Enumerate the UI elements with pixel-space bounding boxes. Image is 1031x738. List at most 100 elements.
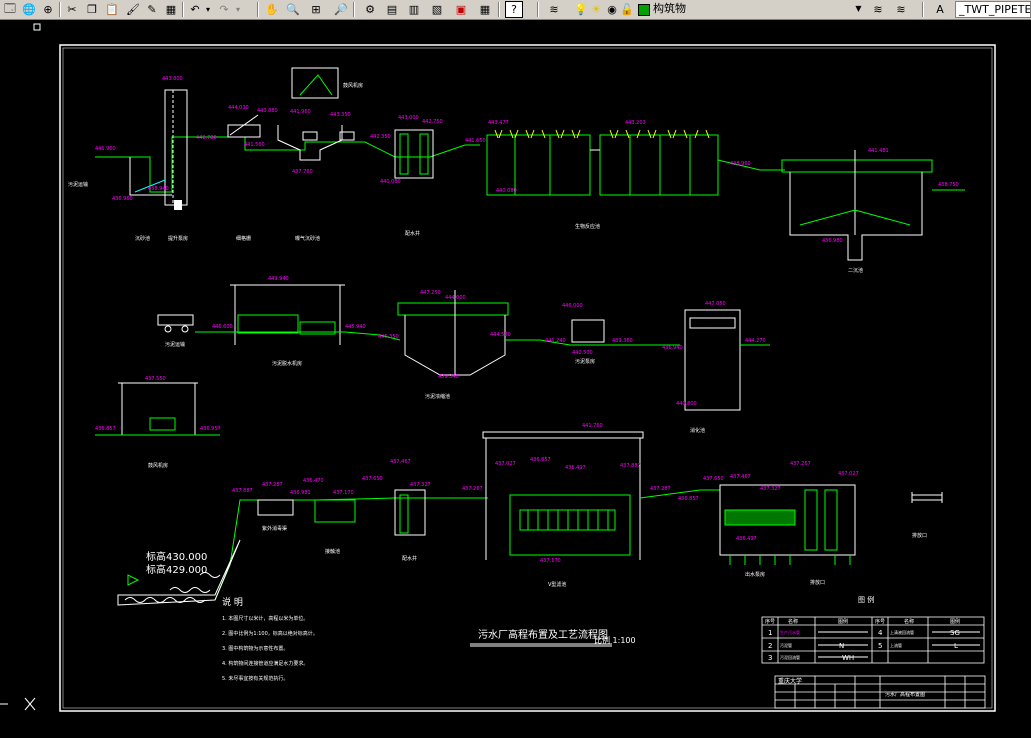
elev-label: 440.080 — [380, 179, 401, 185]
press — [237, 314, 299, 334]
legend-cell: 污泥回流管 — [780, 654, 800, 660]
paste-icon[interactable]: 📋 — [103, 1, 121, 18]
elev-label: 438.960 — [730, 161, 751, 167]
legend-col: 名称 — [788, 618, 798, 625]
ground-line — [95, 136, 480, 193]
redo-dropdown-icon[interactable]: ▾ — [233, 1, 243, 18]
elev-label: 442.750 — [422, 119, 443, 125]
match-properties-icon[interactable]: 🖌 — [124, 1, 142, 18]
help-icon[interactable]: ? — [505, 1, 523, 18]
block-editor-icon[interactable]: ▦ — [162, 1, 180, 18]
pencil-icon[interactable]: ✎ — [143, 1, 161, 18]
globe-icon[interactable]: 🌐 — [20, 1, 38, 18]
separator — [59, 2, 61, 17]
tb-school: 重庆大学 — [778, 677, 802, 685]
elev-label: 436.980 — [822, 238, 843, 244]
uv-channel — [257, 499, 294, 516]
elev-label: 437.467 — [730, 474, 751, 480]
text-style-name: _TWT_PIPETEX — [959, 3, 1031, 16]
undo-icon[interactable]: ↶ — [186, 1, 204, 18]
elev-label: 441.481 — [868, 148, 889, 154]
well-inner — [399, 494, 409, 534]
legend-cell: 3 — [768, 654, 772, 662]
pump-block — [174, 200, 182, 210]
caption: 出水泵房 — [745, 571, 765, 578]
elev-label: 446.600 — [212, 324, 233, 330]
elev-label: 436.957 — [200, 426, 221, 432]
legend-cell: 污泥管 — [780, 642, 792, 648]
clarifier-tank — [789, 172, 923, 261]
ground-line — [214, 497, 488, 601]
elev-label: 439.340 — [438, 374, 459, 380]
legend-cell: L — [954, 642, 958, 650]
text-style-icon[interactable]: A — [931, 1, 949, 18]
design-center-icon[interactable]: ▤ — [383, 1, 401, 18]
undo-dropdown-icon[interactable]: ▾ — [203, 1, 213, 18]
layer-manager-icon[interactable]: ≋ — [545, 1, 563, 18]
elev-label: 436.497 — [565, 465, 586, 471]
layer-lock-icon[interactable]: 🔓 — [618, 1, 636, 18]
digester-top — [689, 317, 736, 329]
elev-label: 436.470 — [303, 478, 324, 484]
elev-label: 437.887 — [232, 488, 253, 494]
elev-label: 437.650 — [703, 476, 724, 482]
elevation-429-label: 标高429.000 — [146, 563, 207, 576]
outfall-pipe — [911, 494, 943, 501]
calculator-icon[interactable]: ▦ — [476, 1, 494, 18]
window-icon[interactable]: 🗔 — [1, 1, 19, 18]
pan-icon[interactable]: ✋ — [263, 1, 281, 18]
drawing-svg: 443.800 441.900 438.940 436.960 444.030 … — [0, 23, 996, 712]
copy-icon[interactable]: ❐ — [83, 1, 101, 18]
chevron-down-icon[interactable]: ▼ — [852, 1, 865, 16]
out-supports — [729, 555, 851, 565]
redo-icon[interactable]: ↷ — [215, 1, 233, 18]
zoom-window-icon[interactable]: ⊞ — [307, 1, 325, 18]
grip-square[interactable] — [33, 23, 41, 31]
elev-label: 436.857 — [530, 457, 551, 463]
triangle-marker — [127, 574, 140, 586]
blower-house: 437.550 436.857 436.957 鼓风机房 — [95, 376, 221, 469]
separator — [498, 2, 500, 17]
layer-name: 构筑物 — [653, 2, 686, 15]
caption: 鼓风机房 — [343, 82, 363, 89]
caption: 沉砂池 — [135, 235, 150, 242]
well-inner-2 — [419, 133, 429, 175]
zoom-realtime-icon[interactable]: 🔍 — [284, 1, 302, 18]
row2-elevations: 449.940 446.600 445.940 447.250 444.000 … — [212, 276, 766, 407]
publish-icon[interactable]: ⊕ — [39, 1, 57, 18]
legend-cell: 4 — [878, 629, 883, 637]
elev-label: 437.327 — [410, 482, 431, 488]
elev-label: 443.000 — [398, 115, 419, 121]
make-current-layer-icon[interactable]: ≋ — [869, 1, 887, 18]
legend-cell: N — [839, 642, 844, 650]
elev-label: 437.887 — [620, 463, 641, 469]
elev-label: 441.240 — [545, 338, 566, 344]
markup-icon[interactable]: ▣ — [452, 1, 470, 18]
layout-tabs-strip[interactable] — [0, 729, 200, 734]
filter-cells — [527, 510, 609, 530]
elev-label: 441.560 — [244, 142, 265, 148]
bio-tank-1 — [486, 134, 591, 196]
elev-label: 441.960 — [290, 109, 311, 115]
cut-icon[interactable]: ✂ — [63, 1, 81, 18]
out-well — [804, 489, 818, 551]
layer-dropdown[interactable]: 构筑物 ▼ — [650, 1, 865, 18]
layer-previous-icon[interactable]: ≋ — [892, 1, 910, 18]
legend-col: 序号 — [765, 618, 775, 625]
clarifier-bridge — [781, 159, 933, 173]
notes-heading: 说 明 — [222, 596, 243, 608]
text-style-dropdown[interactable]: _TWT_PIPETEX — [955, 1, 1031, 18]
caption: 配水井 — [402, 555, 417, 562]
legend-cell: SG — [950, 629, 960, 637]
elev-label: 443.477 — [488, 120, 509, 126]
zoom-previous-icon[interactable]: 🔎 — [332, 1, 350, 18]
elev-label: 443.203 — [625, 120, 646, 126]
drawing-area[interactable]: 443.800 441.900 438.940 436.960 444.030 … — [0, 20, 1031, 734]
legend-heading: 图 例 — [858, 595, 874, 604]
sheet-set-icon[interactable]: ▧ — [428, 1, 446, 18]
tool-palettes-icon[interactable]: ▥ — [405, 1, 423, 18]
aeration-diffusers — [494, 129, 710, 139]
elevation-430-label: 标高430.000 — [146, 550, 207, 563]
elev-label: 437.550 — [145, 376, 166, 382]
properties-icon[interactable]: ⚙ — [361, 1, 379, 18]
